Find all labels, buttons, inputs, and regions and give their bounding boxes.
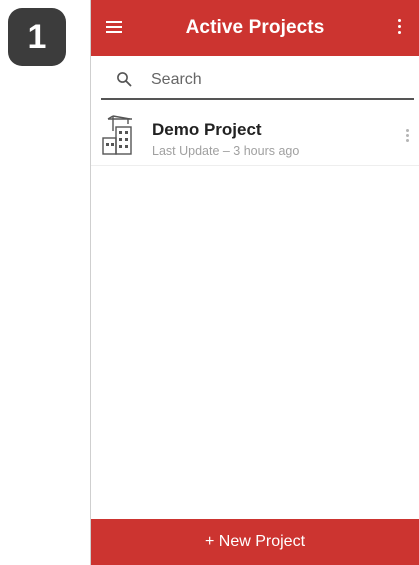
search-input[interactable] — [151, 68, 401, 92]
step-number: 1 — [27, 17, 47, 56]
phone-screen: Active Projects Search Demo Project Last… — [90, 0, 419, 565]
search-bar — [101, 60, 414, 100]
new-project-button[interactable]: + New Project — [91, 519, 419, 565]
project-name: Demo Project — [152, 120, 262, 139]
app-bar: Active Projects — [91, 0, 419, 56]
building-crane-icon — [102, 115, 132, 155]
project-last-update: Last Update – 3 hours ago — [152, 144, 300, 158]
more-vertical-icon[interactable] — [398, 19, 402, 37]
search-icon — [117, 72, 132, 87]
project-more-icon[interactable] — [406, 129, 409, 145]
page-title: Active Projects — [185, 17, 325, 38]
step-number-badge: 1 — [8, 8, 66, 66]
project-list-item[interactable]: Demo Project Last Update – 3 hours ago — [91, 108, 419, 166]
